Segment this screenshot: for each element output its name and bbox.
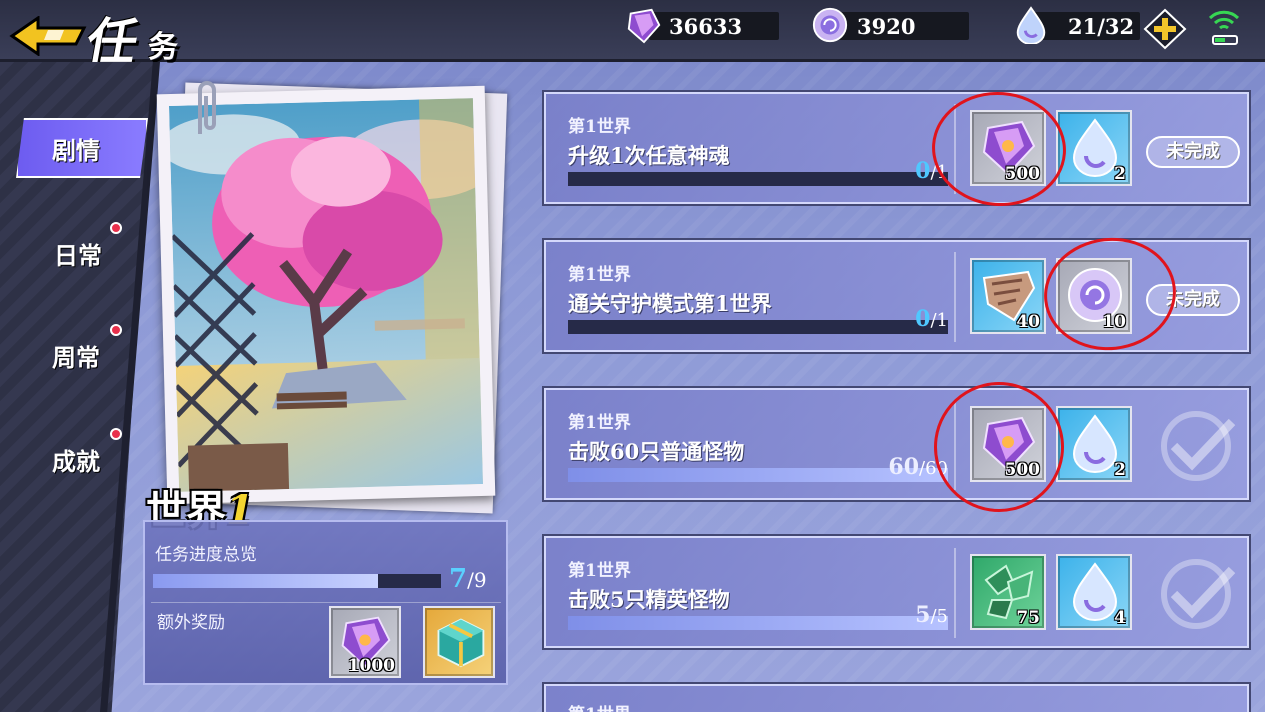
- reward-qty: 2: [1114, 164, 1126, 184]
- divider: [151, 602, 501, 603]
- world-progress-panel: 任务进度总览 7/9 额外奖励 1000: [143, 520, 508, 685]
- add-stamina-button[interactable]: [1143, 8, 1187, 50]
- task-progress-total: /1: [930, 310, 948, 331]
- tab-achievement[interactable]: 成就: [0, 428, 150, 498]
- progress-overview-label: 任务进度总览: [155, 545, 257, 565]
- tab-label: 剧情: [52, 136, 100, 165]
- task-card: 第1世界 击败5只精英怪物 5/5 75 4: [544, 536, 1249, 648]
- stamina-count: 21/32: [1068, 14, 1135, 39]
- reward-slot-stamina[interactable]: 2: [1056, 406, 1132, 482]
- task-name: 击败5只精英怪物: [568, 587, 730, 612]
- task-progress-value: 0/1: [886, 306, 948, 332]
- resource-stamina: 21/32: [1012, 6, 1140, 44]
- notification-badge: [110, 222, 122, 234]
- task-progress-current: 0: [915, 158, 931, 184]
- reward-slot-leaf-shards[interactable]: 75: [970, 554, 1046, 630]
- paperclip-icon: [198, 81, 216, 134]
- progress-current: 7: [449, 564, 468, 594]
- task-name: 升级1次任意神魂: [568, 143, 730, 168]
- wifi-icon: [1208, 10, 1240, 45]
- tab-story[interactable]: 剧情: [0, 118, 150, 188]
- world-progress-bar: [153, 574, 441, 588]
- progress-total: /9: [467, 568, 487, 592]
- notification-badge: [110, 324, 122, 336]
- reward-qty: 75: [1016, 608, 1040, 628]
- treasure-chest-icon: [437, 618, 485, 668]
- task-name: 击败60只普通怪物: [568, 439, 745, 464]
- status-incomplete-button[interactable]: 未完成: [1146, 136, 1240, 168]
- task-world: 第1世界: [568, 117, 631, 137]
- orb-count: 3920: [857, 14, 916, 39]
- task-world: 第1世界: [568, 265, 631, 285]
- task-progress-current: 5: [915, 602, 931, 628]
- reward-slot-stamina[interactable]: 4: [1056, 554, 1132, 630]
- reward-slot-wing[interactable]: 40: [970, 258, 1046, 334]
- task-progress-total: /5: [930, 606, 948, 627]
- task-card: 第1世界 击败60只普通怪物 60/60 500 2: [544, 388, 1249, 500]
- reward-qty: 1000: [347, 656, 395, 676]
- reward-qty: 40: [1016, 312, 1040, 332]
- task-world: 第1世界: [568, 413, 631, 433]
- divider: [954, 252, 956, 342]
- world-progress-fill: [153, 574, 378, 588]
- cherry-tree-illustration: [168, 98, 484, 492]
- world-progress-value: 7/9: [449, 564, 487, 594]
- bonus-reward-chest[interactable]: [423, 606, 495, 678]
- bonus-reward-crystal[interactable]: 1000: [329, 606, 401, 678]
- spirit-orb-icon: [812, 7, 848, 43]
- task-world: 第1世界: [568, 561, 631, 581]
- task-progress-current: 60: [888, 454, 920, 480]
- reward-qty: 4: [1114, 608, 1126, 628]
- purple-crystal-icon: [627, 8, 661, 44]
- task-progress-value: 5/5: [886, 602, 948, 628]
- tab-daily[interactable]: 日常: [0, 222, 150, 292]
- world-illustration: [156, 85, 496, 505]
- completed-check-icon: [1161, 411, 1236, 481]
- completed-check-icon: [1161, 559, 1236, 629]
- resource-crystal: 36633: [625, 8, 780, 44]
- tab-label: 周常: [52, 343, 100, 372]
- task-card: 第1世界 升级1次任意神魂 0/1 500 2 未完成: [544, 92, 1249, 204]
- resource-orb: 3920: [811, 7, 969, 43]
- bonus-reward-label: 额外奖励: [157, 613, 225, 633]
- page-title-sub: 务: [148, 30, 178, 65]
- task-card: 第1世界: [544, 684, 1249, 712]
- top-bar: 任 务 36633 3920 21/32: [0, 0, 1265, 71]
- task-progress-current: 0: [915, 306, 931, 332]
- tab-label: 日常: [54, 241, 102, 270]
- notification-badge: [110, 428, 122, 440]
- task-world: 第1世界: [568, 700, 631, 712]
- back-arrow-icon[interactable]: [8, 16, 88, 56]
- divider: [954, 548, 956, 638]
- reward-qty: 2: [1114, 460, 1126, 480]
- tab-weekly[interactable]: 周常: [0, 324, 150, 394]
- reward-slot-stamina[interactable]: 2: [1056, 110, 1132, 186]
- tab-label: 成就: [52, 447, 100, 476]
- task-name: 通关守护模式第1世界: [568, 291, 772, 316]
- stamina-drop-icon: [1016, 6, 1046, 44]
- crystal-count: 36633: [669, 14, 743, 39]
